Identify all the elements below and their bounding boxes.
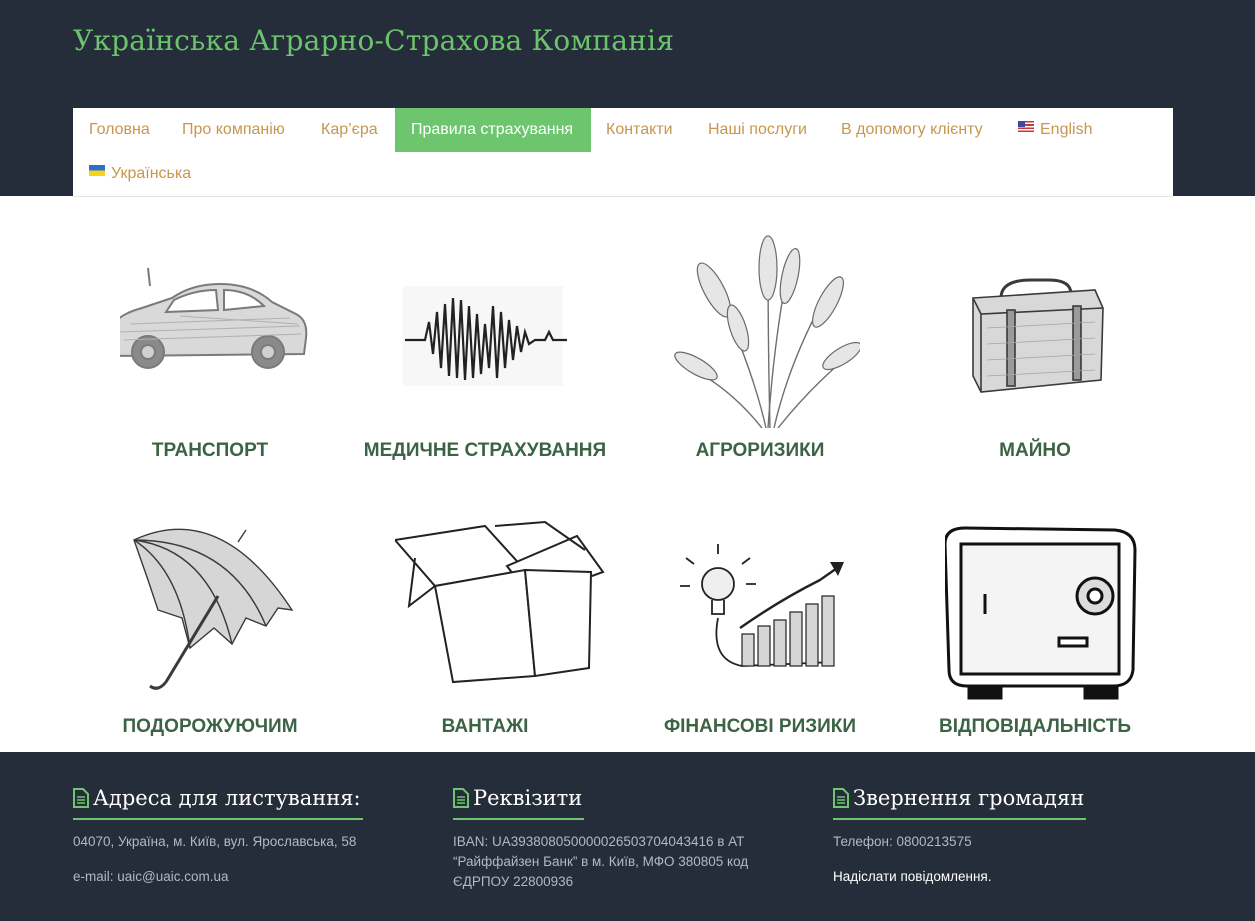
footer-appeals-heading: Звернення громадян [833, 786, 1087, 820]
nav-item-ukrainian-label: Українська [111, 165, 192, 182]
footer-requisites-line3: ЄДРПОУ 22800936 [453, 874, 574, 889]
tile-travel-label: ПОДОРОЖУЮЧИМ [122, 716, 298, 737]
nav-item-client-help[interactable]: В допомогу клієнту [825, 108, 999, 152]
tile-cargo-label: ВАНТАЖІ [441, 716, 529, 737]
nav-item-ukrainian[interactable]: Українська [73, 152, 207, 196]
site-title[interactable]: Українська Аграрно-Страхова Компанія [73, 24, 674, 57]
car-sketch-icon [120, 267, 308, 369]
footer-requisites-line2: “Райффайзен Банк” в м. Київ, МФО 380805 … [453, 854, 749, 869]
tile-financial-label: ФІНАНСОВІ РИЗИКИ [663, 716, 857, 737]
us-flag-icon [1018, 121, 1034, 132]
wheat-sketch-icon [674, 235, 860, 428]
nav-item-contacts[interactable]: Контакти [590, 108, 689, 152]
main-nav: Головна Про компанію Кар’єра Правила стр… [73, 108, 1173, 197]
nav-item-services[interactable]: Наші послуги [692, 108, 823, 152]
footer-address-heading-text: Адреса для листування: [93, 786, 361, 810]
footer-phone[interactable]: Телефон: 0800213575 [833, 832, 972, 852]
umbrella-sketch-icon [133, 528, 294, 690]
nav-item-about[interactable]: Про компанію [166, 108, 301, 152]
box-sketch-icon [395, 520, 605, 684]
footer-email[interactable]: e-mail: uaic@uaic.com.ua [73, 867, 229, 887]
tile-travel[interactable]: ПОДОРОЖУЮЧИМ [80, 510, 340, 780]
footer-appeals-heading-text: Звернення громадян [853, 786, 1085, 810]
tile-property-label: МАЙНО [999, 440, 1071, 461]
document-icon [833, 788, 849, 808]
footer-requisites-heading-text: Реквізити [473, 786, 583, 810]
footer-requisites-line1: IBAN: UA393808050000026503704043416 в АТ [453, 834, 745, 849]
nav-item-english[interactable]: English [1002, 108, 1108, 152]
nav-item-home[interactable]: Головна [73, 108, 166, 152]
tile-transport-label: ТРАНСПОРТ [151, 440, 269, 461]
tile-transport[interactable]: ТРАНСПОРТ [80, 228, 340, 498]
document-icon [453, 788, 469, 808]
tile-medical-label: МЕДИЧНЕ СТРАХУВАННЯ [363, 440, 607, 461]
tile-liability-label: ВІДПОВІДАЛЬНІСТЬ [939, 716, 1131, 737]
growth-chart-sketch-icon [680, 544, 844, 667]
nav-item-career[interactable]: Кар’єра [305, 108, 394, 152]
suitcase-sketch-icon [972, 278, 1104, 393]
tile-property[interactable]: МАЙНО [905, 228, 1165, 498]
safe-sketch-icon [945, 526, 1137, 700]
footer-address-heading: Адреса для листування: [73, 786, 363, 820]
tile-medical[interactable]: МЕДИЧНЕ СТРАХУВАННЯ [355, 228, 615, 498]
tile-liability[interactable]: ВІДПОВІДАЛЬНІСТЬ [905, 510, 1165, 780]
tile-financial[interactable]: ФІНАНСОВІ РИЗИКИ [630, 510, 890, 780]
tile-agro-label: АГРОРИЗИКИ [695, 440, 825, 461]
tile-cargo[interactable]: ВАНТАЖІ [355, 510, 615, 780]
ua-flag-icon [89, 165, 105, 176]
nav-item-insurance-rules[interactable]: Правила страхування [395, 108, 591, 152]
heartbeat-sketch-icon [403, 286, 567, 386]
document-icon [73, 788, 89, 808]
footer-address-line: 04070, Україна, м. Київ, вул. Ярославськ… [73, 834, 357, 849]
send-message-link[interactable]: Надіслати повідомлення. [833, 869, 991, 884]
footer: Адреса для листування: 04070, Україна, м… [0, 752, 1255, 921]
footer-requisites-heading: Реквізити [453, 786, 585, 820]
tile-agro[interactable]: АГРОРИЗИКИ [630, 228, 890, 498]
nav-item-english-label: English [1040, 121, 1093, 138]
